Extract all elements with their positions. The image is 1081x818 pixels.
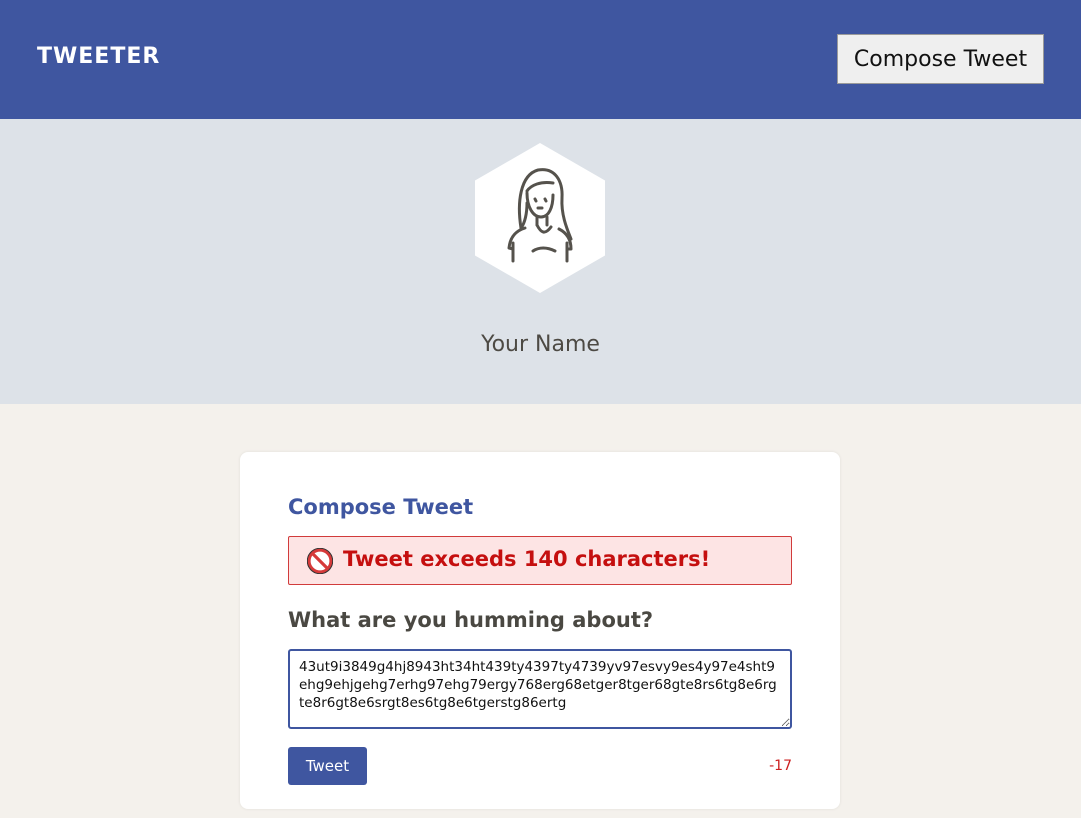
avatar: [475, 143, 605, 293]
error-message: Tweet exceeds 140 characters!: [343, 547, 711, 571]
no-entry-icon: [307, 548, 333, 574]
error-alert: Tweet exceeds 140 characters!: [288, 536, 792, 585]
tweet-submit-button[interactable]: Tweet: [288, 747, 367, 785]
compose-tweet-card: Compose Tweet Tweet exceeds 140 characte…: [240, 452, 840, 809]
compose-title: Compose Tweet: [288, 495, 474, 519]
profile-banner: Your Name: [0, 119, 1081, 404]
character-counter: -17: [769, 758, 792, 774]
profile-username: Your Name: [481, 332, 600, 357]
user-avatar-icon: [475, 143, 605, 293]
compose-tweet-nav-button[interactable]: Compose Tweet: [837, 34, 1044, 84]
app-logo[interactable]: TWEETER: [37, 44, 160, 69]
top-navigation-bar: TWEETER Compose Tweet: [0, 0, 1081, 119]
tweet-textarea[interactable]: 43ut9i3849g4hj8943ht34ht439ty4397ty4739y…: [288, 649, 792, 729]
tweet-prompt-label: What are you humming about?: [288, 608, 654, 632]
